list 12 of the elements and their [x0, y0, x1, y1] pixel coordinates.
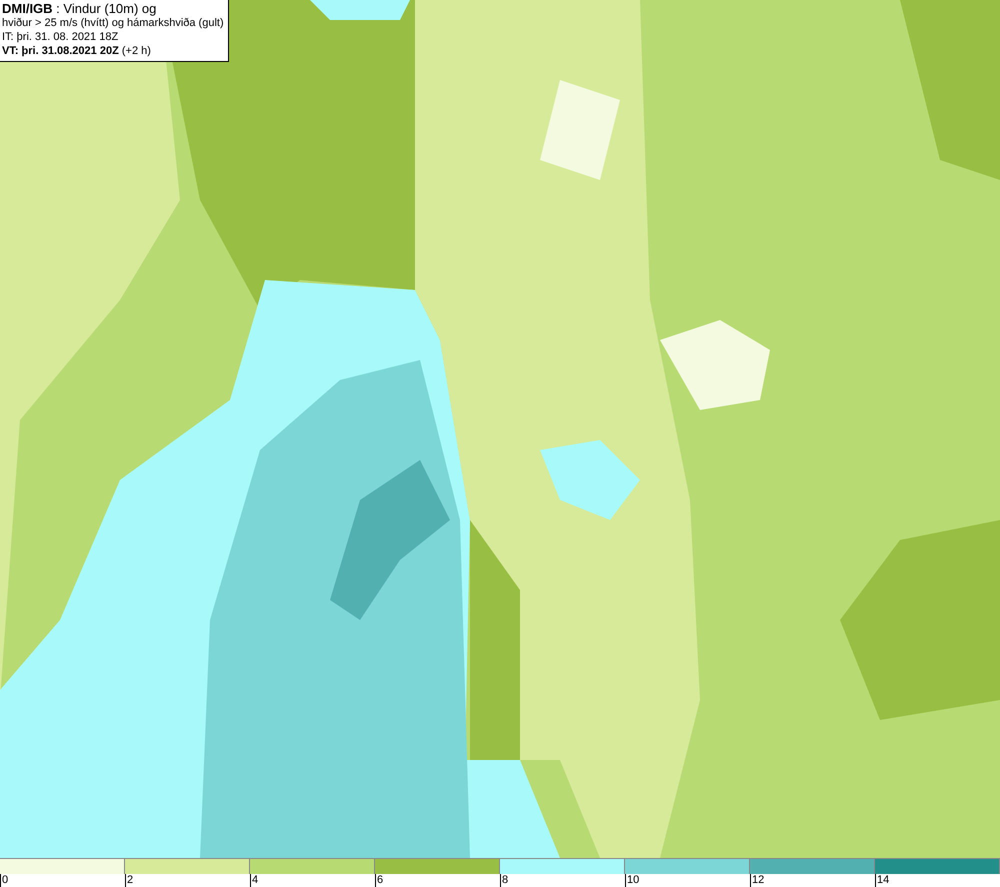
legend-tick-label: 0: [0, 874, 8, 887]
caption-line: VT: þri. 31.08.2021 20Z (+2 h): [2, 44, 152, 58]
caption-line: hviður > 25 m/s (hvítt) og hámarkshviða (gult): [2, 16, 224, 30]
legend-tick-label: 12: [750, 874, 764, 887]
legend-tick-label: 14: [875, 874, 890, 887]
caption-line: IT: þri. 31. 08. 2021 18Z: [2, 30, 120, 44]
legend-tick-label: 10: [625, 874, 640, 887]
legend-tick-label: 8: [500, 874, 508, 887]
legend-tick-label: 6: [375, 874, 384, 887]
caption-line: DMI/IGB : Vindur (10m) og: [2, 2, 158, 16]
legend-tick-label: 4: [250, 874, 258, 887]
legend-tick-label: 2: [125, 874, 134, 887]
